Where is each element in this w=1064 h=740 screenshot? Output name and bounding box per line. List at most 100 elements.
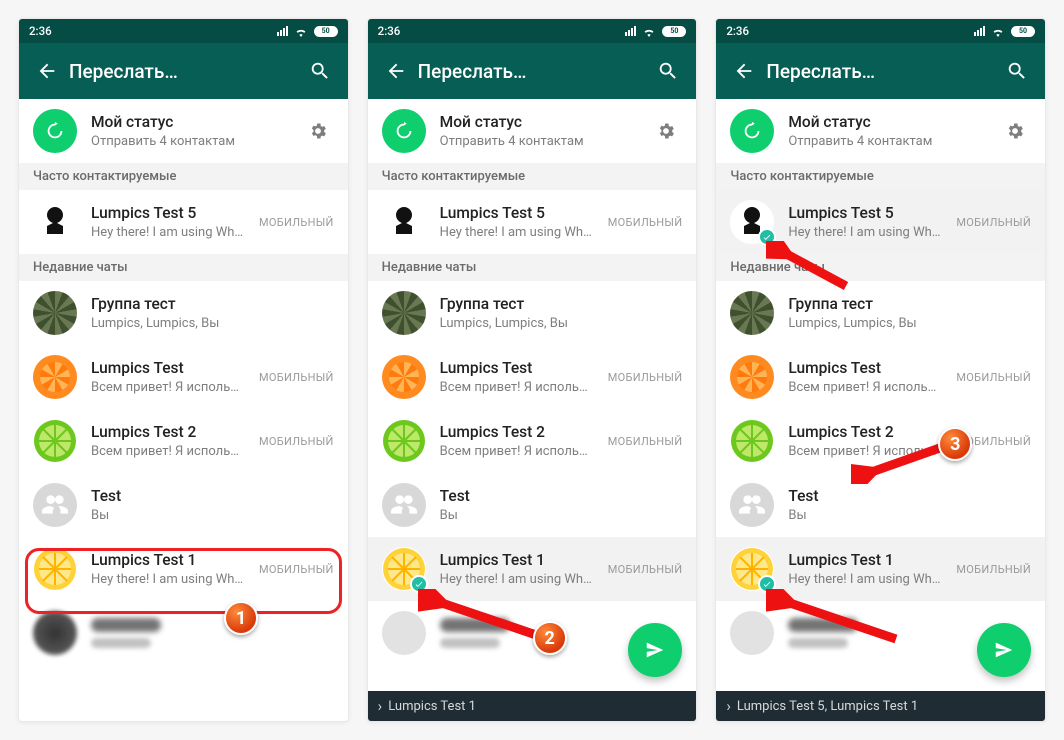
- app-header: Переслать…: [19, 43, 348, 99]
- avatar: [382, 291, 426, 335]
- contact-row-frequent-0[interactable]: Lumpics Test 5Hey there! I am using What…: [716, 190, 1045, 254]
- phone-type-badge: МОБИЛЬНЫЙ: [259, 371, 334, 384]
- contact-name: Lumpics Test: [788, 359, 942, 378]
- contact-name: Lumpics Test 5: [440, 204, 594, 223]
- contact-sub: Вы: [91, 508, 320, 523]
- my-status-row[interactable]: Мой статус Отправить 4 контактам: [19, 99, 348, 163]
- contact-row-recent-0[interactable]: Группа тестLumpics, Lumpics, Вы: [368, 281, 697, 345]
- contact-row-recent-1[interactable]: Lumpics TestВсем привет! Я использую Wha…: [368, 345, 697, 409]
- send-fab-button[interactable]: [628, 623, 682, 677]
- contact-name: Lumpics Test 1: [440, 551, 594, 570]
- contact-row-recent-3[interactable]: TestВы: [716, 473, 1045, 537]
- contact-sub: Hey there! I am using WhatsApp.: [788, 225, 942, 240]
- phone-type-badge: МОБИЛЬНЫЙ: [259, 216, 334, 229]
- contact-sub: Hey there! I am using WhatsApp.: [440, 572, 594, 587]
- clock: 2:36: [726, 24, 749, 38]
- phone-type-badge: МОБИЛЬНЫЙ: [259, 435, 334, 448]
- contact-row-recent-3[interactable]: TestВы: [368, 473, 697, 537]
- contact-row-recent-4[interactable]: Lumpics Test 1 Hey there! I am using What…: [368, 537, 697, 601]
- phone-type-badge: МОБИЛЬНЫЙ: [608, 435, 683, 448]
- avatar: [730, 547, 774, 591]
- status-sub: Отправить 4 контактам: [91, 134, 288, 149]
- contact-name: Lumpics Test 1: [91, 551, 245, 570]
- status-bar: 2:36 50: [19, 19, 348, 43]
- selected-strip: › Lumpics Test 1: [368, 691, 697, 721]
- avatar: [33, 355, 77, 399]
- contact-sub: Hey there! I am using WhatsApp.: [91, 572, 245, 587]
- search-button[interactable]: [646, 49, 690, 93]
- contact-row-recent-1[interactable]: Lumpics Test Всем привет! Я использую Wha…: [716, 345, 1045, 409]
- section-recent: Недавние чаты: [368, 254, 697, 281]
- contact-name: Test: [788, 487, 1017, 506]
- phone-type-badge: МОБИЛЬНЫЙ: [956, 371, 1031, 384]
- phone-type-badge: МОБИЛЬНЫЙ: [259, 563, 334, 576]
- contact-sub: Hey there! I am using WhatsApp.: [91, 225, 245, 240]
- contact-name: Lumpics Test 2: [440, 423, 594, 442]
- contact-row-recent-0[interactable]: Группа тест Lumpics, Lumpics, Вы: [716, 281, 1045, 345]
- clock: 2:36: [378, 24, 401, 38]
- my-status-row[interactable]: Мой статусОтправить 4 контактам: [368, 99, 697, 163]
- avatar: [382, 419, 426, 463]
- contact-name: Lumpics Test 2: [91, 423, 245, 442]
- contact-name: Группа тест: [788, 295, 1017, 314]
- contact-row-recent-4[interactable]: Lumpics Test 1Hey there! I am using What…: [716, 537, 1045, 601]
- contact-sub: Всем привет! Я использую WhatsApp.: [91, 380, 245, 395]
- selected-names: Lumpics Test 5, Lumpics Test 1: [737, 699, 918, 714]
- contact-row-recent-2[interactable]: Lumpics Test 2Всем привет! Я использую W…: [368, 409, 697, 473]
- phone-screenshot-3: 2:36 50 Переслать… Мой статусОтправить 4…: [715, 18, 1046, 722]
- contact-sub: Lumpics, Lumpics, Вы: [440, 316, 669, 331]
- status-bar: 2:36 50: [368, 19, 697, 43]
- avatar: [33, 200, 77, 244]
- back-button[interactable]: [374, 49, 418, 93]
- header-title: Переслать…: [418, 60, 647, 83]
- phone-type-badge: МОБИЛЬНЫЙ: [956, 435, 1031, 448]
- phone-type-badge: МОБИЛЬНЫЙ: [956, 216, 1031, 229]
- back-button[interactable]: [25, 49, 69, 93]
- contact-sub: Всем привет! Я использую WhatsApp.: [91, 444, 245, 459]
- avatar: [730, 419, 774, 463]
- contact-row-recent-0[interactable]: Группа тестLumpics, Lumpics, Вы: [19, 281, 348, 345]
- status-icon: [382, 109, 426, 153]
- app-header: Переслать…: [368, 43, 697, 99]
- selected-names: Lumpics Test 1: [388, 699, 476, 714]
- signal-icon: [277, 26, 288, 36]
- ghost-row: [19, 601, 348, 665]
- status-title: Мой статус: [788, 113, 985, 132]
- contact-name: Lumpics Test 2: [788, 423, 942, 442]
- contact-row-frequent-0[interactable]: Lumpics Test 5 Hey there! I am using Wha…: [19, 190, 348, 254]
- contact-row-recent-1[interactable]: Lumpics TestВсем привет! Я использую Wha…: [19, 345, 348, 409]
- contact-sub: Lumpics, Lumpics, Вы: [788, 316, 1017, 331]
- send-fab-button[interactable]: [977, 623, 1031, 677]
- status-bar: 2:36 50: [716, 19, 1045, 43]
- status-icon: [730, 109, 774, 153]
- back-button[interactable]: [722, 49, 766, 93]
- status-sub: Отправить 4 контактам: [788, 134, 985, 149]
- header-title: Переслать…: [69, 60, 298, 83]
- contact-row-recent-2[interactable]: Lumpics Test 2 Всем привет! Я использую W…: [19, 409, 348, 473]
- contact-name: Test: [440, 487, 669, 506]
- avatar: [730, 483, 774, 527]
- search-button[interactable]: [995, 49, 1039, 93]
- battery-icon: 50: [314, 26, 338, 37]
- contact-sub: Всем привет! Я использую WhatsApp.: [788, 380, 942, 395]
- my-status-row[interactable]: Мой статус Отправить 4 контактам: [716, 99, 1045, 163]
- contact-name: Lumpics Test 5: [91, 204, 245, 223]
- status-settings-button[interactable]: [302, 121, 334, 141]
- status-settings-button[interactable]: [650, 121, 682, 141]
- contact-name: Lumpics Test: [440, 359, 594, 378]
- section-recent: Недавние чаты: [19, 254, 348, 281]
- contact-row-recent-3[interactable]: TestВы: [19, 473, 348, 537]
- checkmark-icon: [410, 575, 428, 593]
- phone-screenshot-2: 2:36 50 Переслать… Мой статусОтправить 4…: [367, 18, 698, 722]
- phone-type-badge: МОБИЛЬНЫЙ: [608, 216, 683, 229]
- signal-icon: [974, 26, 985, 36]
- wifi-icon: [991, 26, 1005, 37]
- contact-row-frequent-0[interactable]: Lumpics Test 5Hey there! I am using What…: [368, 190, 697, 254]
- status-icon: [33, 109, 77, 153]
- search-button[interactable]: [298, 49, 342, 93]
- status-settings-button[interactable]: [999, 121, 1031, 141]
- avatar: [33, 483, 77, 527]
- contact-row-recent-2[interactable]: Lumpics Test 2Всем привет! Я использую W…: [716, 409, 1045, 473]
- status-right: 50: [277, 26, 338, 37]
- contact-row-recent-4[interactable]: Lumpics Test 1 Hey there! I am using What…: [19, 537, 348, 601]
